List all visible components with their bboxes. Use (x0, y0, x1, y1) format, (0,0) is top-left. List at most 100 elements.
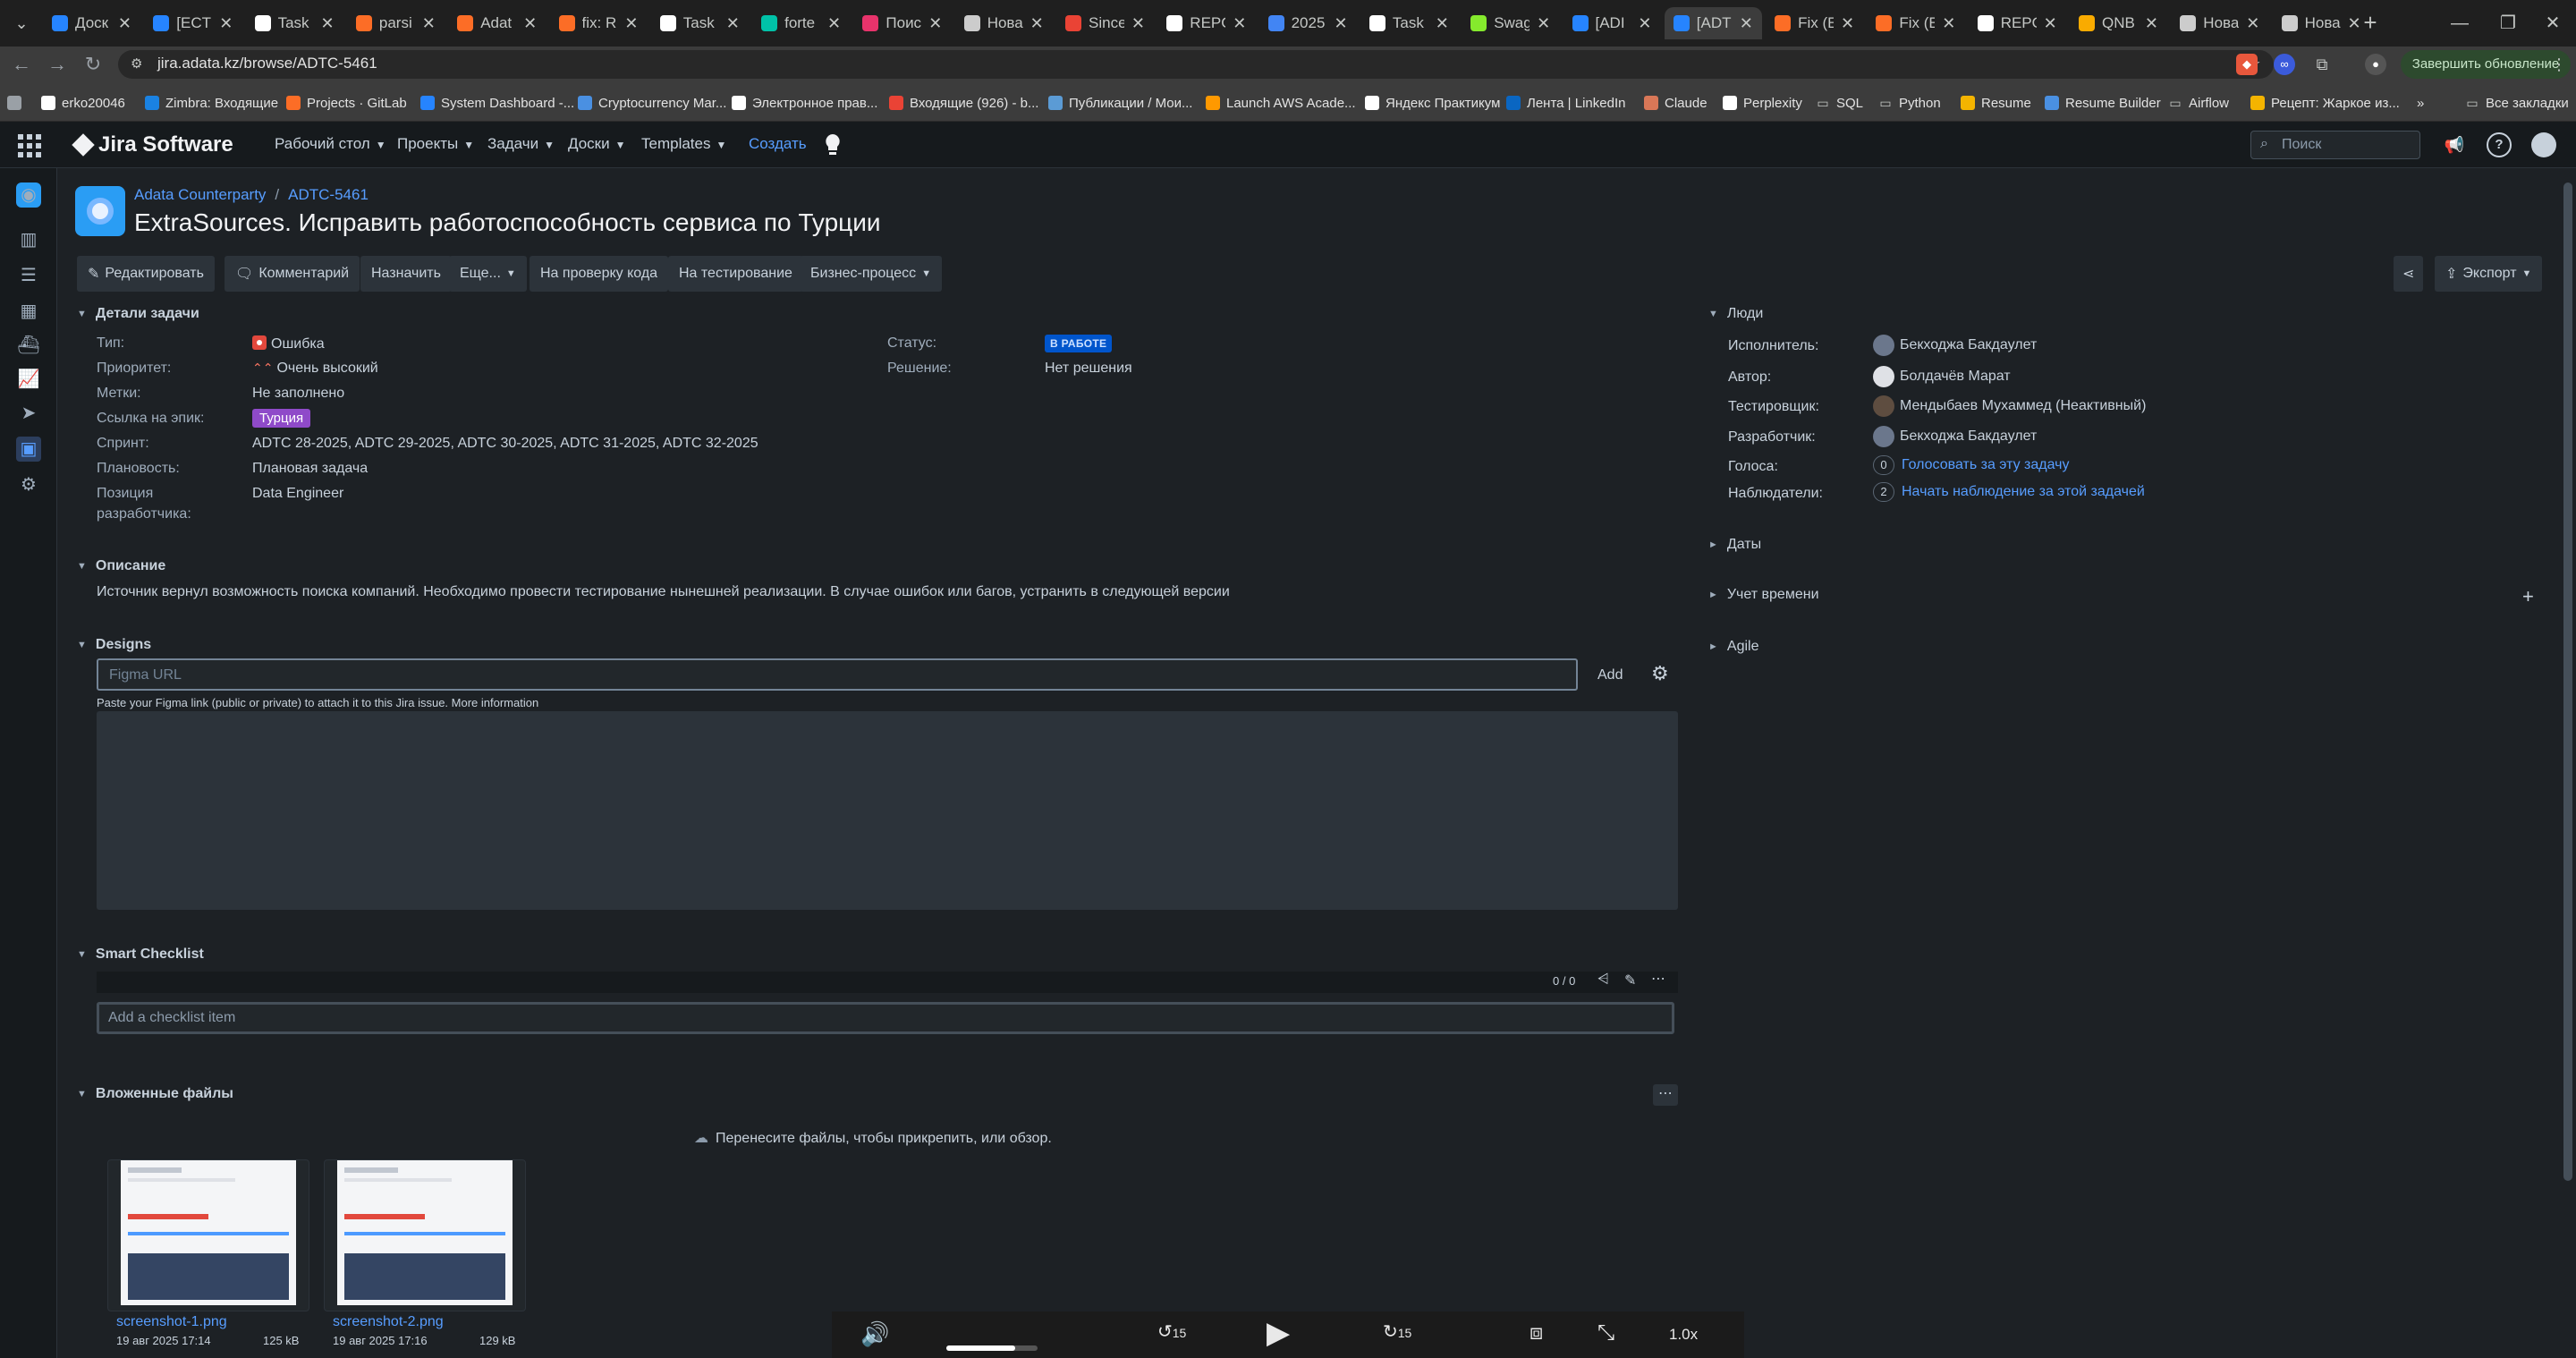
close-tab-icon[interactable]: ✕ (827, 14, 841, 33)
close-tab-icon[interactable]: ✕ (1131, 14, 1145, 33)
close-tab-icon[interactable]: ✕ (1942, 14, 1955, 33)
type-value[interactable]: Ошибка (252, 335, 325, 352)
attachments-dropzone[interactable]: ☁ Перенесите файлы, чтобы прикрепить, или… (694, 1129, 1052, 1147)
reporter-value[interactable]: Болдачёв Марат (1873, 366, 2011, 387)
edit-button[interactable]: ✎ Редактировать (77, 256, 215, 292)
releases-icon[interactable]: ⛴ (16, 333, 41, 358)
bookmark-item[interactable]: Resume Builder (2045, 93, 2161, 113)
close-tab-icon[interactable]: ✕ (2145, 14, 2158, 33)
checklist-section-toggle[interactable]: ▼ Smart Checklist (77, 946, 204, 963)
developer-value[interactable]: Бекходжа Бакдаулет (1873, 426, 2037, 447)
pencil-icon[interactable]: ✎ (1624, 972, 1636, 989)
project-avatar[interactable] (75, 186, 125, 236)
watch-link[interactable]: Начать наблюдение за этой задачей (1902, 484, 2145, 499)
sprint-value[interactable]: ADTC 28-2025, ADTC 29-2025, ADTC 30-2025… (252, 436, 758, 452)
back-button[interactable]: ← (7, 50, 36, 79)
attachment-thumbnail[interactable] (107, 1159, 309, 1311)
extensions-puzzle-icon[interactable]: ⧉ (2311, 54, 2333, 75)
bookmark-item[interactable]: erko20046 (41, 93, 125, 113)
close-window-button[interactable]: ✕ (2528, 7, 2576, 39)
notifications-icon[interactable]: 📢 (2442, 132, 2467, 157)
browser-tab[interactable]: [ADI ✕ (1563, 7, 1661, 39)
volume-slider[interactable] (946, 1345, 1038, 1351)
time-tracking-section-toggle[interactable]: ► Учет времени (1708, 587, 1819, 603)
export-button[interactable]: ⇪ Экспорт ▼ (2435, 256, 2543, 292)
volume-icon[interactable]: 🔊 (860, 1320, 889, 1348)
workflow-button[interactable]: Бизнес-процесс ▼ (800, 256, 943, 292)
status-value[interactable]: В РАБОТЕ (1045, 335, 1113, 352)
dates-section-toggle[interactable]: ► Даты (1708, 537, 1761, 553)
browser-tab[interactable]: [ECT ✕ (144, 7, 242, 39)
browser-tab[interactable]: forte ✕ (752, 7, 850, 39)
close-tab-icon[interactable]: ✕ (422, 14, 436, 33)
add-figma-button[interactable]: Add (1597, 667, 1623, 683)
browser-tab[interactable]: fix: R ✕ (550, 7, 648, 39)
browser-tab[interactable]: Fix (E ✕ (1766, 7, 1863, 39)
browser-tab[interactable]: 2025 ✕ (1259, 7, 1357, 39)
browser-tab[interactable]: REPO ✕ (1157, 7, 1255, 39)
browser-tab[interactable]: Task ✕ (651, 7, 749, 39)
bookmark-item[interactable]: Zimbra: Входящие (145, 93, 278, 113)
app-switcher-icon[interactable] (16, 132, 41, 157)
breadcrumb-issue-key[interactable]: ADTC-5461 (288, 186, 369, 204)
reports-icon[interactable]: 📈 (16, 367, 41, 392)
close-tab-icon[interactable]: ✕ (2246, 14, 2259, 33)
close-tab-icon[interactable]: ✕ (219, 14, 233, 33)
browser-tab[interactable]: Поис ✕ (853, 7, 951, 39)
bookmark-item[interactable] (7, 93, 28, 113)
reload-button[interactable]: ↻ (79, 50, 107, 79)
description-text[interactable]: Источник вернул возможность поиска компа… (97, 584, 1230, 600)
project-settings-icon[interactable]: ⚙ (16, 472, 41, 497)
attachments-more-button[interactable]: ⋯ (1653, 1084, 1678, 1106)
browser-tab[interactable]: Нова ✕ (955, 7, 1053, 39)
more-icon[interactable]: ⋯ (1651, 970, 1665, 988)
close-tab-icon[interactable]: ✕ (1638, 14, 1651, 33)
site-info-icon[interactable]: ⚙ (131, 55, 148, 73)
create-button[interactable]: Создать (749, 135, 807, 153)
vote-link[interactable]: Голосовать за эту задачу (1902, 457, 2070, 472)
nav-issues[interactable]: Задачи ▼ (487, 135, 555, 153)
help-icon[interactable]: ? (2487, 132, 2512, 157)
scrollbar-thumb[interactable] (2563, 182, 2572, 1181)
browser-menu-icon[interactable]: ⋮ (2551, 55, 2567, 74)
forward-button[interactable]: → (43, 50, 72, 79)
testing-button[interactable]: На тестирование (668, 256, 803, 292)
send-icon[interactable]: ➤ (16, 401, 41, 426)
bookmark-item[interactable]: Яндекс Практикум (1365, 93, 1500, 113)
close-tab-icon[interactable]: ✕ (726, 14, 740, 33)
add-time-icon[interactable]: + (2522, 585, 2534, 608)
bookmark-item[interactable]: Входящие (926) - b... (889, 93, 1038, 113)
description-section-toggle[interactable]: ▼ Описание (77, 558, 165, 574)
close-tab-icon[interactable]: ✕ (1030, 14, 1044, 33)
browser-tab[interactable]: Since ✕ (1056, 7, 1154, 39)
browser-tab[interactable]: Fix (E ✕ (1867, 7, 1964, 39)
minimize-button[interactable]: — (2435, 7, 2485, 39)
checklist-item-input[interactable]: Add a checklist item (97, 1002, 1674, 1034)
bookmark-item[interactable]: Perplexity (1723, 93, 1802, 113)
bookmark-item[interactable]: System Dashboard -... (420, 93, 574, 113)
breadcrumb-project[interactable]: Adata Counterparty (134, 186, 266, 204)
skip-back-button[interactable]: ↺15 (1157, 1320, 1186, 1343)
playback-speed-button[interactable]: 1.0x (1669, 1326, 1698, 1344)
browser-tab[interactable]: QNB ✕ (2070, 7, 2167, 39)
user-avatar[interactable] (2531, 132, 2556, 157)
update-browser-button[interactable]: Завершить обновление (2401, 50, 2571, 79)
bookmark-item[interactable]: Claude (1644, 93, 1707, 113)
bookmark-item[interactable]: Projects · GitLab (286, 93, 407, 113)
bookmark-folder[interactable]: ▭ Python (1878, 93, 1940, 113)
attachment-filename[interactable]: screenshot-1.png (116, 1314, 227, 1330)
new-tab-button[interactable]: + (2356, 9, 2385, 38)
browser-tab[interactable]: Task ✕ (246, 7, 343, 39)
bookmark-folder[interactable]: ▭ Airflow (2168, 93, 2229, 113)
project-avatar-icon[interactable]: ◉ (16, 182, 41, 208)
lightbulb-icon[interactable] (821, 132, 844, 157)
tester-value[interactable]: Мендыбаев Мухаммед (Неактивный) (1873, 395, 2146, 417)
bookmark-item[interactable]: Resume (1961, 93, 2031, 113)
labels-value[interactable]: Не заполнено (252, 386, 344, 402)
bookmark-folder[interactable]: ▭ SQL (1816, 93, 1863, 113)
details-section-toggle[interactable]: ▼ Детали задачи (77, 306, 199, 322)
extension-icon[interactable]: ∞ (2274, 54, 2295, 75)
close-tab-icon[interactable]: ✕ (928, 14, 942, 33)
issue-title[interactable]: ExtraSources. Исправить работоспособност… (134, 208, 881, 237)
designs-settings-icon[interactable]: ⚙ (1651, 662, 1669, 685)
